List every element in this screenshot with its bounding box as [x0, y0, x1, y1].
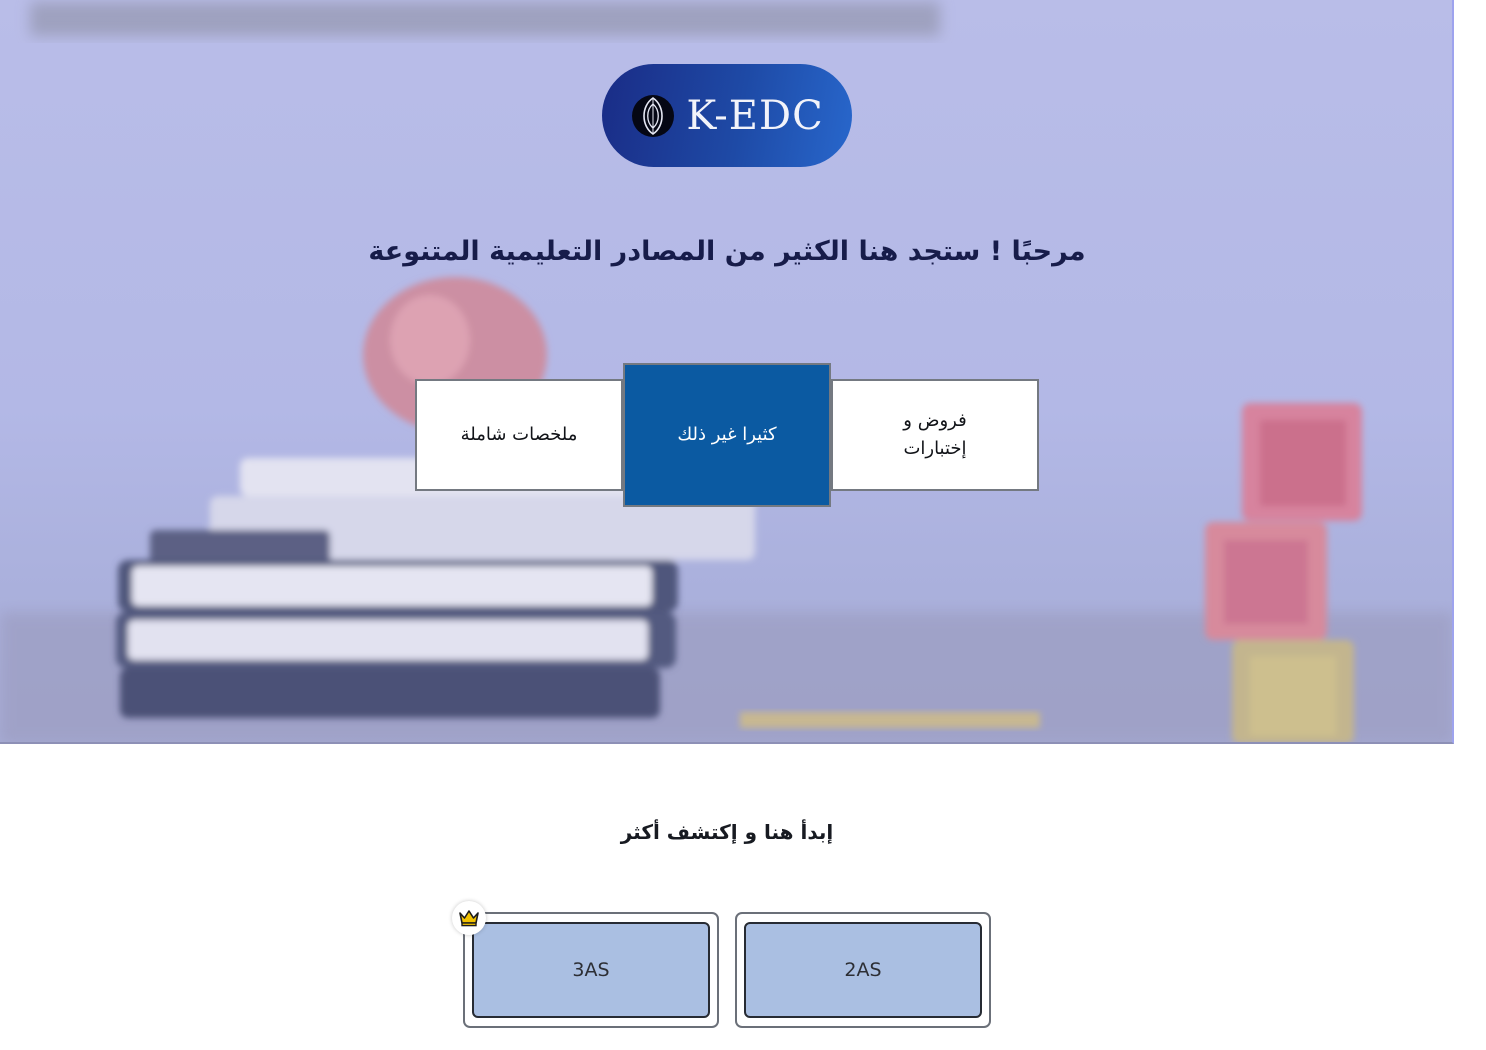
more-card[interactable]: كثيرا غير ذلك [623, 363, 831, 507]
section-heading: إبدأ هنا و إكتشف أكثر [620, 820, 834, 844]
summaries-card[interactable]: ملخصات شاملة [415, 379, 623, 491]
level-3as-card: 3AS [463, 912, 719, 1028]
premium-badge [452, 901, 486, 935]
welcome-heading: مرحبًا ! ستجد هنا الكثير من المصادر التع… [368, 236, 1086, 267]
card-label: ملخصات شاملة [460, 424, 578, 445]
card-label: كثيرا غير ذلك [677, 424, 777, 445]
card-label: فروض و إختبارات [903, 410, 967, 459]
level-2as-card: 2AS [735, 912, 991, 1028]
crown-icon [459, 910, 479, 927]
hero-banner: K-EDC مرحبًا ! ستجد هنا الكثير من المصاد… [0, 0, 1454, 744]
tests-card[interactable]: فروض و إختبارات [831, 379, 1039, 491]
brand-name: K-EDC [686, 92, 824, 139]
brand-logo[interactable]: K-EDC [602, 64, 852, 167]
level-3as-button[interactable]: 3AS [472, 922, 710, 1018]
level-2as-button[interactable]: 2AS [744, 922, 982, 1018]
kedc-emblem-icon [632, 94, 675, 137]
